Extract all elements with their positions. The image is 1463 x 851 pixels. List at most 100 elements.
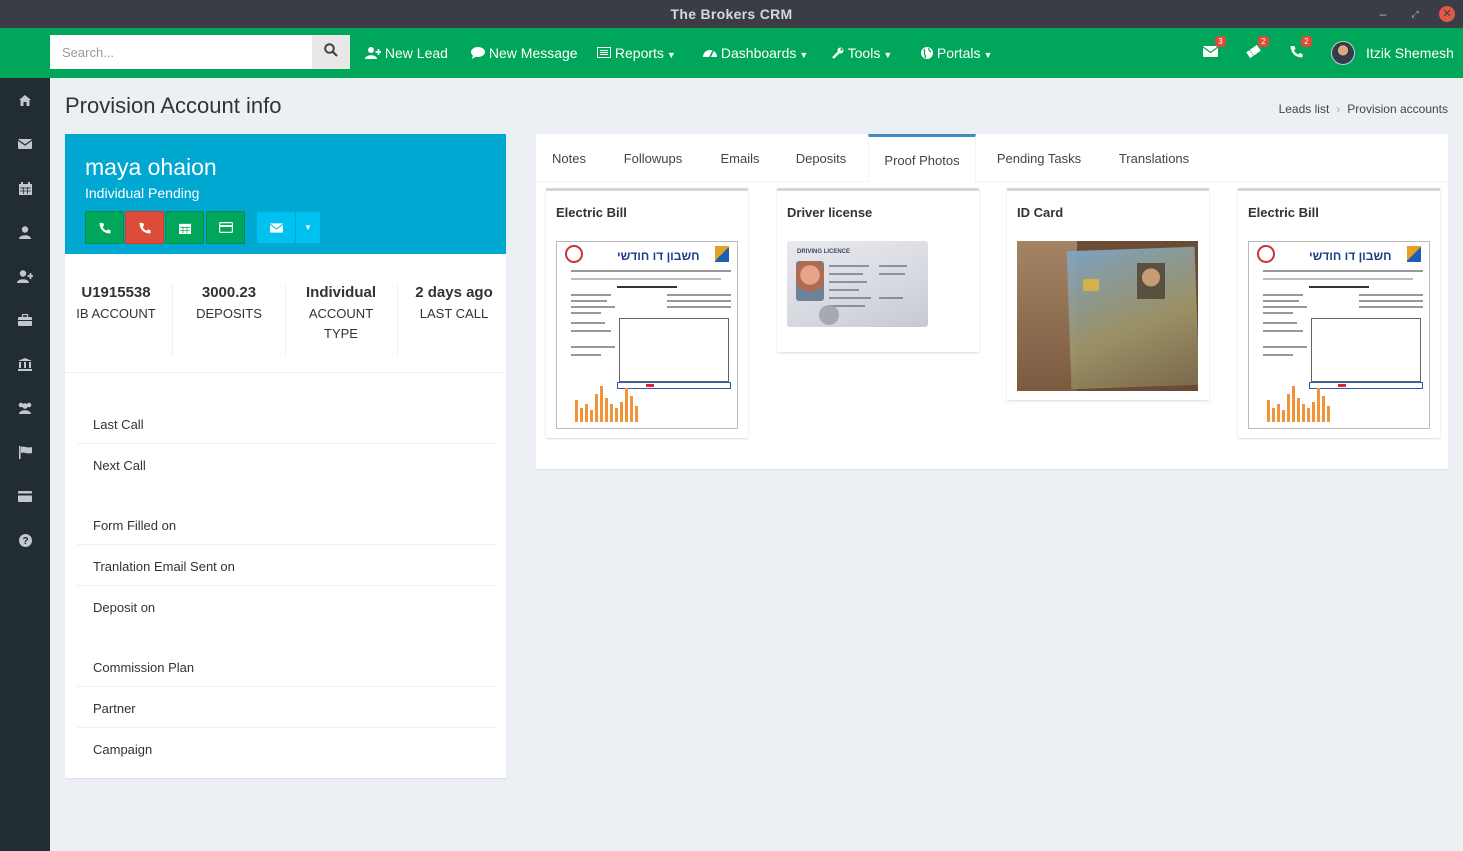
- electric-bill-image[interactable]: חשבון דו חודשי: [556, 241, 738, 429]
- profile-card: maya ohaion Individual Pending ▼ U191553…: [65, 134, 506, 778]
- dashboard-icon: [703, 50, 717, 58]
- phone-icon: [1290, 46, 1302, 58]
- bill-header: חשבון דו חודשי: [1309, 249, 1392, 263]
- question-icon[interactable]: ?: [0, 518, 50, 562]
- reports-menu[interactable]: Reports ▼: [597, 45, 676, 61]
- envelope-icon[interactable]: [0, 122, 50, 166]
- search-input[interactable]: Search...: [50, 35, 312, 69]
- tab-notes[interactable]: Notes: [536, 134, 602, 182]
- portals-menu[interactable]: Portals ▼: [921, 45, 992, 61]
- stat-last-call: 2 days ago LAST CALL: [399, 284, 509, 324]
- calls-button[interactable]: 2: [1286, 36, 1312, 62]
- photo-card[interactable]: ID Card: [1007, 188, 1209, 400]
- tab-pending-tasks[interactable]: Pending Tasks: [984, 134, 1094, 182]
- logo-icon: [1407, 246, 1421, 262]
- field-partner: Partner: [77, 687, 496, 728]
- sidebar: ?: [0, 28, 50, 851]
- dashboards-label: Dashboards: [720, 45, 797, 61]
- photo-title: Electric Bill: [1248, 205, 1319, 220]
- calendar-icon: [178, 223, 191, 234]
- photo-card[interactable]: Electric Bill חשבון דו חודשי: [546, 188, 748, 438]
- dashboards-menu[interactable]: Dashboards ▼: [703, 45, 808, 61]
- caret-down-icon: ▼: [304, 223, 312, 232]
- profile-header: maya ohaion Individual Pending ▼: [65, 134, 506, 254]
- reports-label: Reports: [614, 45, 664, 61]
- field-deposit-on: Deposit on: [93, 600, 156, 615]
- stat-value: 3000.23: [201, 284, 257, 301]
- home-icon[interactable]: [0, 78, 50, 122]
- field-form-filled: Form Filled on: [77, 504, 496, 545]
- photo-card[interactable]: Driver license DRIVING LICENCE: [777, 188, 979, 352]
- photo-title: Electric Bill: [556, 205, 627, 220]
- driver-license-image[interactable]: DRIVING LICENCE: [787, 241, 928, 327]
- user-plus-icon: [365, 47, 381, 59]
- stat-label: DEPOSITS: [196, 306, 262, 321]
- globe-icon: [921, 47, 933, 59]
- portals-label: Portals: [936, 45, 981, 61]
- hangup-button[interactable]: [125, 211, 164, 244]
- tools-menu[interactable]: Tools ▼: [832, 45, 892, 61]
- messages-badge: 3: [1215, 36, 1226, 47]
- profile-stats: U1915538 IB ACCOUNT 3000.23 DEPOSITS Ind…: [65, 284, 509, 356]
- window-title: The Brokers CRM: [670, 6, 793, 22]
- field-last-call: Last Call: [77, 403, 496, 444]
- electric-bill-image[interactable]: חשבון דו חודשי: [1248, 241, 1430, 429]
- email-button[interactable]: [256, 211, 296, 244]
- stat-ib-account: U1915538 IB ACCOUNT: [61, 284, 171, 324]
- new-message-link[interactable]: New Message: [471, 45, 578, 61]
- email-dropdown-button[interactable]: ▼: [295, 211, 321, 244]
- photo-card[interactable]: Electric Bill חשבון דו חודשי: [1238, 188, 1440, 438]
- bill-table: [1311, 318, 1421, 382]
- bank-icon[interactable]: [0, 342, 50, 386]
- credit-card-icon: [218, 222, 233, 233]
- payment-button[interactable]: [206, 211, 245, 244]
- search-button[interactable]: [312, 35, 350, 69]
- breadcrumb-separator-icon: ›: [1336, 102, 1341, 116]
- stat-label: IB ACCOUNT: [76, 306, 156, 321]
- phone-icon: [98, 222, 111, 234]
- field-campaign: Campaign: [93, 742, 153, 757]
- messages-button[interactable]: 3: [1200, 36, 1226, 62]
- close-icon[interactable]: ✕: [1439, 6, 1455, 22]
- tab-deposits[interactable]: Deposits: [782, 134, 860, 182]
- users-icon[interactable]: [0, 386, 50, 430]
- maximize-icon[interactable]: ⤢: [1407, 6, 1423, 22]
- photo-title: Driver license: [787, 205, 873, 220]
- user-menu[interactable]: Itzik Shemesh: [1366, 45, 1454, 61]
- bill-table: [619, 318, 729, 382]
- call-button[interactable]: [85, 211, 124, 244]
- flag-icon[interactable]: [0, 430, 50, 474]
- user-plus-icon[interactable]: [0, 254, 50, 298]
- tab-emails[interactable]: Emails: [706, 134, 774, 182]
- comment-icon: [471, 47, 485, 59]
- tickets-button[interactable]: 2: [1243, 36, 1269, 62]
- avatar[interactable]: [1331, 41, 1355, 65]
- breadcrumb-provision-accounts[interactable]: Provision accounts: [1347, 102, 1448, 116]
- logo-icon: [715, 246, 729, 262]
- id-card-image[interactable]: [1017, 241, 1198, 391]
- chevron-down-icon: ▼: [983, 50, 993, 60]
- profile-name: maya ohaion: [85, 154, 217, 180]
- credit-card-icon[interactable]: [0, 474, 50, 518]
- briefcase-icon[interactable]: [0, 298, 50, 342]
- chip-icon: [1083, 279, 1099, 291]
- profile-status: Individual Pending: [85, 185, 200, 201]
- stat-account-type: Individual ACCOUNT TYPE: [286, 284, 396, 344]
- tab-proof-photos[interactable]: Proof Photos: [868, 134, 976, 183]
- tab-translations[interactable]: Translations: [1106, 134, 1202, 182]
- new-lead-link[interactable]: New Lead: [365, 45, 448, 61]
- bill-header: חשבון דו חודשי: [617, 249, 700, 263]
- stat-divider: [172, 284, 173, 356]
- phone-icon: [138, 222, 151, 234]
- new-lead-label: New Lead: [384, 45, 448, 61]
- user-icon[interactable]: [0, 210, 50, 254]
- new-message-label: New Message: [488, 45, 578, 61]
- chevron-down-icon: ▼: [666, 50, 676, 60]
- calendar-icon[interactable]: [0, 166, 50, 210]
- bill-strip: [1309, 382, 1423, 389]
- schedule-button[interactable]: [165, 211, 204, 244]
- tab-followups[interactable]: Followups: [607, 134, 699, 182]
- field-next-call: Next Call: [93, 458, 146, 473]
- minimize-icon[interactable]: –: [1375, 6, 1391, 22]
- breadcrumb-leads-list[interactable]: Leads list: [1279, 102, 1330, 116]
